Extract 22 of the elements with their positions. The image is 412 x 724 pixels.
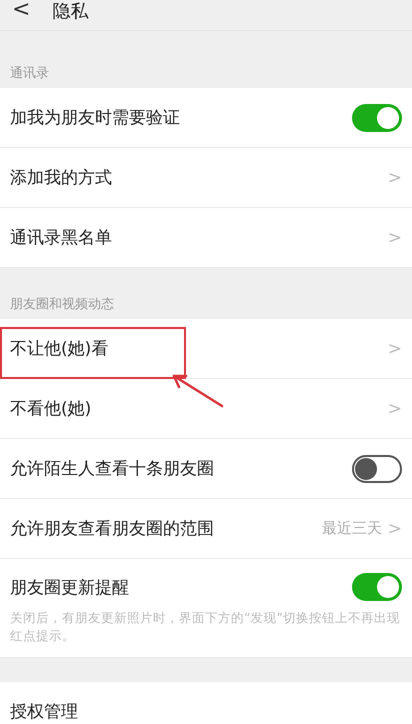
- chevron-icon: >: [388, 518, 402, 538]
- setting-label[interactable]: 允许陌生人查看十条朋友圈: [10, 457, 352, 480]
- setting-value: 最近三天: [322, 519, 382, 538]
- setting-label[interactable]: 添加我的方式: [10, 166, 388, 189]
- page-title: 隐私: [52, 0, 88, 24]
- setting-label[interactable]: 加我为朋友时需要验证: [10, 106, 352, 129]
- setting-label[interactable]: 允许朋友查看朋友圈的范围: [10, 517, 322, 540]
- toggle-switch[interactable]: [352, 573, 402, 601]
- setting-label[interactable]: 朋友圈更新提醒: [10, 576, 352, 598]
- chevron-icon: >: [388, 228, 402, 248]
- toggle-switch[interactable]: [352, 454, 402, 482]
- setting-label[interactable]: 不看他(她): [10, 397, 388, 420]
- setting-label[interactable]: 通讯录黑名单: [10, 226, 388, 249]
- section-label: 通讯录: [10, 65, 49, 82]
- chevron-icon: >: [388, 398, 402, 418]
- back-icon[interactable]: <: [12, 0, 30, 22]
- chevron-icon: >: [388, 168, 402, 188]
- setting-label[interactable]: 不让他(她)看: [10, 337, 388, 360]
- section-label: 朋友圈和视频动态: [10, 296, 114, 313]
- chevron-icon: >: [388, 338, 402, 358]
- setting-note: 关闭后，有朋友更新照片时，界面下方的“发现”切换按钮上不再出现红点提示。: [10, 609, 401, 645]
- toggle-switch[interactable]: [352, 104, 402, 132]
